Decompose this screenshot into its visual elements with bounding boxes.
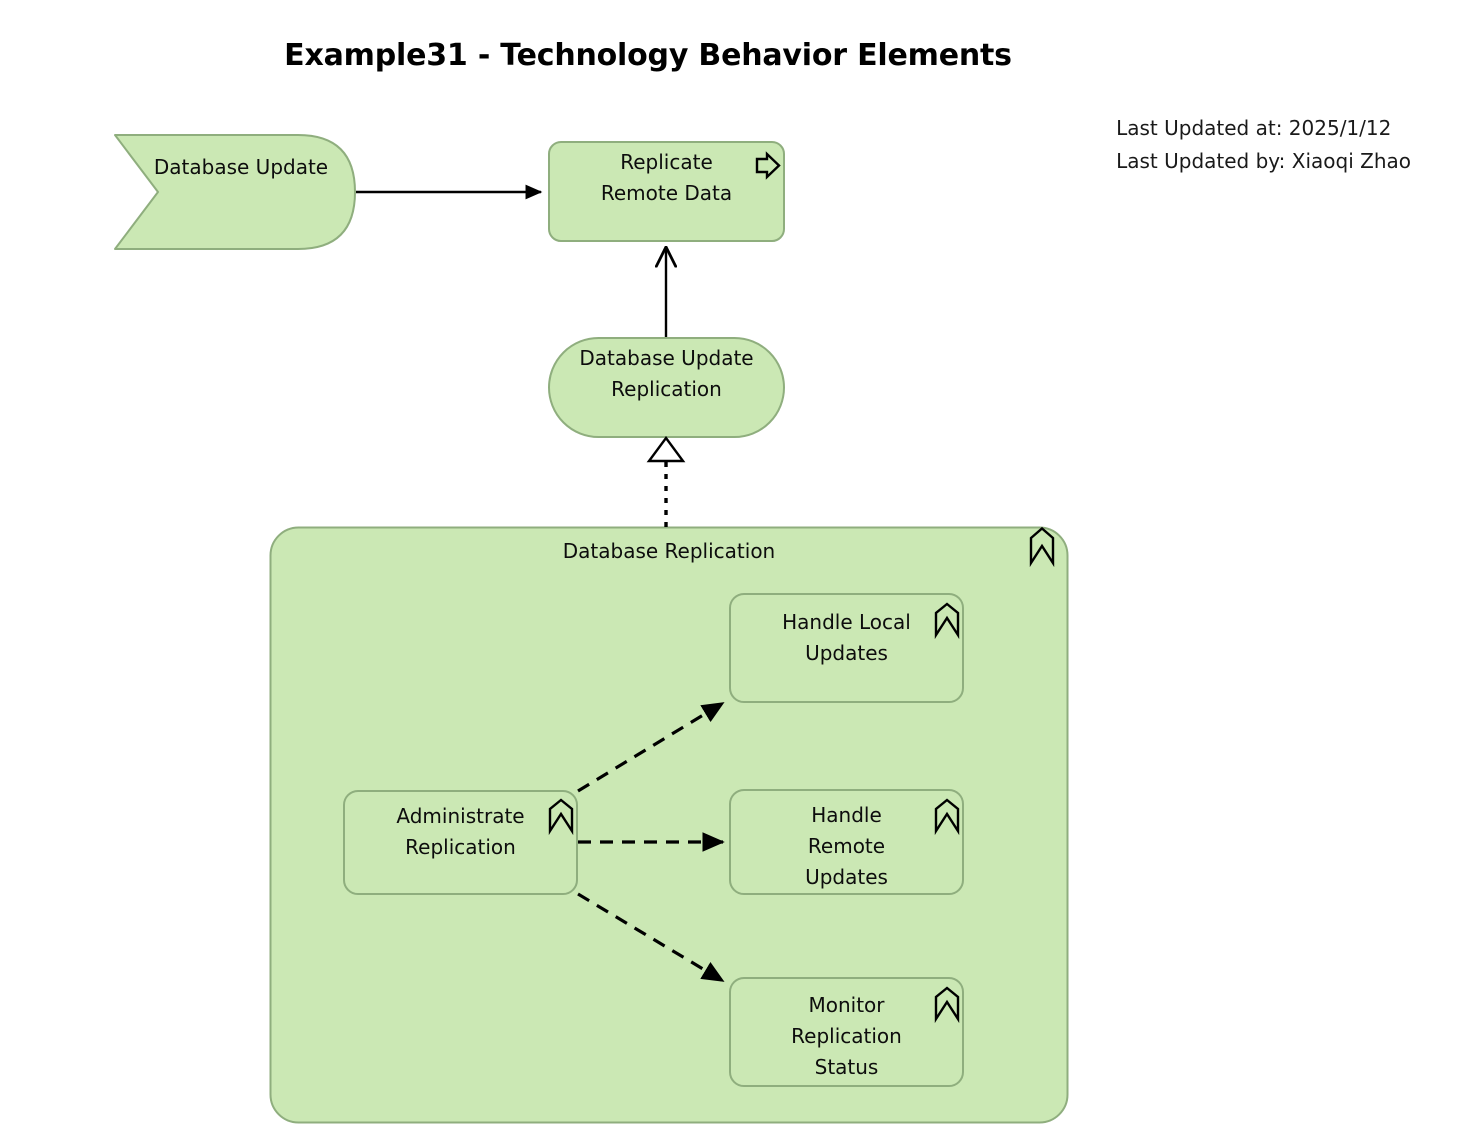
- node-database-update-event[interactable]: [114, 134, 356, 250]
- node-administrate-replication[interactable]: [343, 790, 578, 895]
- node-monitor-replication-status-body[interactable]: [729, 977, 964, 1087]
- node-handle-local-updates-body[interactable]: [729, 593, 964, 703]
- node-database-update-replication-body[interactable]: [548, 337, 785, 438]
- node-administrate-replication-body[interactable]: [343, 790, 578, 895]
- diagram-canvas: [114, 134, 1069, 1124]
- node-handle-local-updates[interactable]: [729, 593, 964, 703]
- node-handle-remote-updates[interactable]: [729, 789, 964, 895]
- node-database-update-event-body[interactable]: [114, 134, 356, 250]
- node-replicate-remote-data[interactable]: [548, 141, 785, 242]
- node-replicate-remote-data-body[interactable]: [548, 141, 785, 242]
- node-database-update-replication[interactable]: [548, 337, 785, 438]
- node-handle-remote-updates-body[interactable]: [729, 789, 964, 895]
- node-monitor-replication-status[interactable]: [729, 977, 964, 1087]
- edge-realization-hollow-triangle: [646, 435, 686, 463]
